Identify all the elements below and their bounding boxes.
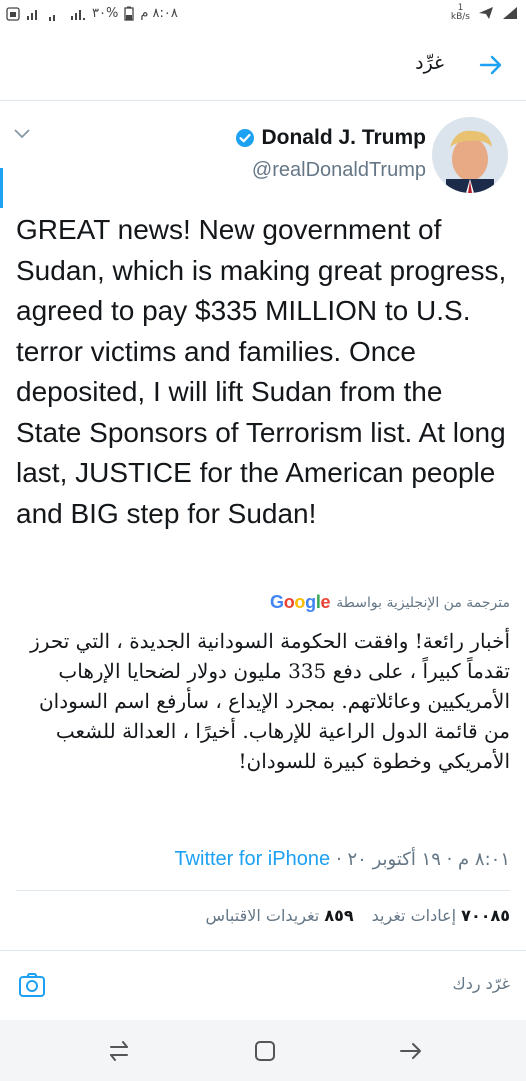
retweets-label: إعادات تغريد: [371, 906, 457, 925]
timestamp: ٨:٠١ م · ١٩ أكتوبر ٢٠ ·: [336, 849, 510, 870]
home-icon[interactable]: [252, 1038, 278, 1064]
camera-icon[interactable]: [18, 972, 46, 998]
system-nav-bar: [0, 1020, 526, 1081]
avatar[interactable]: [432, 117, 508, 193]
author-name: Donald J. Trump: [261, 126, 426, 149]
page-title: غرِّد: [415, 52, 444, 74]
back-arrow-icon[interactable]: [478, 52, 504, 78]
network-speed: 1 kB/s: [450, 3, 470, 22]
back-nav-icon[interactable]: [398, 1038, 424, 1064]
source-link[interactable]: Twitter for iPhone: [174, 848, 330, 871]
tweet-meta: ٨:٠١ م · ١٩ أكتوبر ٢٠ · Twitter for iPho…: [174, 848, 510, 871]
stats-divider: [0, 950, 526, 951]
battery-percent: %٣٠: [92, 6, 119, 21]
top-divider: [0, 100, 526, 101]
verified-badge-icon: [236, 129, 255, 147]
tweet-text: GREAT news! New government of Sudan, whi…: [16, 214, 507, 529]
wifi-icon: [503, 7, 517, 19]
quotes-label: تغريدات الاقتباس: [205, 906, 320, 925]
retweets-stat[interactable]: ٧٠٠٨٥ إعادات تغريد: [372, 906, 510, 925]
tweet-header: Donald J. Trump @realDonaldTrump: [0, 112, 526, 194]
chevron-down-icon[interactable]: [12, 126, 32, 140]
status-bar: ٨:٠٨ م %٣٠ H+ 1kB/s: [0, 0, 526, 30]
signal-icon: [71, 9, 85, 20]
status-left: ٨:٠٨ م %٣٠ H+: [6, 6, 178, 21]
reply-input[interactable]: غرّد ردك: [453, 974, 510, 993]
send-icon: [479, 7, 493, 19]
retweets-count: ٧٠٠٨٥: [461, 906, 510, 925]
sim-icon: [6, 6, 20, 21]
quotes-stat[interactable]: ٨٥٩ تغريدات الاقتباس: [206, 906, 354, 925]
battery-icon: [124, 6, 134, 21]
google-logo: Google: [270, 592, 331, 612]
author-name-row[interactable]: Donald J. Trump: [235, 126, 426, 150]
recent-apps-icon[interactable]: [106, 1038, 132, 1064]
translated-text: أخبار رائعة! وافقت الحكومة السودانية الج…: [30, 629, 510, 773]
meta-divider: [16, 890, 510, 891]
avatar-image: [432, 117, 508, 193]
signal-hplus-icon: H+: [49, 14, 55, 21]
quotes-count: ٨٥٩: [324, 906, 354, 925]
author-handle[interactable]: @realDonaldTrump: [252, 159, 426, 182]
clock: ٨:٠٨ م: [140, 6, 178, 21]
tweet-stats: ٧٠٠٨٥ إعادات تغريد ٨٥٩ تغريدات الاقتباس: [206, 906, 510, 925]
signal-icon-2: [27, 9, 37, 20]
left-accent-bar: [0, 168, 3, 208]
top-bar: غرِّد: [0, 38, 526, 94]
translation-label: مترجمة من الإنجليزية بواسطة: [336, 594, 510, 611]
status-right: 1 kB/s: [451, 4, 518, 22]
reply-bar[interactable]: غرّد ردك: [0, 956, 526, 1016]
translation-attribution: مترجمة من الإنجليزية بواسطة Google: [270, 592, 510, 613]
